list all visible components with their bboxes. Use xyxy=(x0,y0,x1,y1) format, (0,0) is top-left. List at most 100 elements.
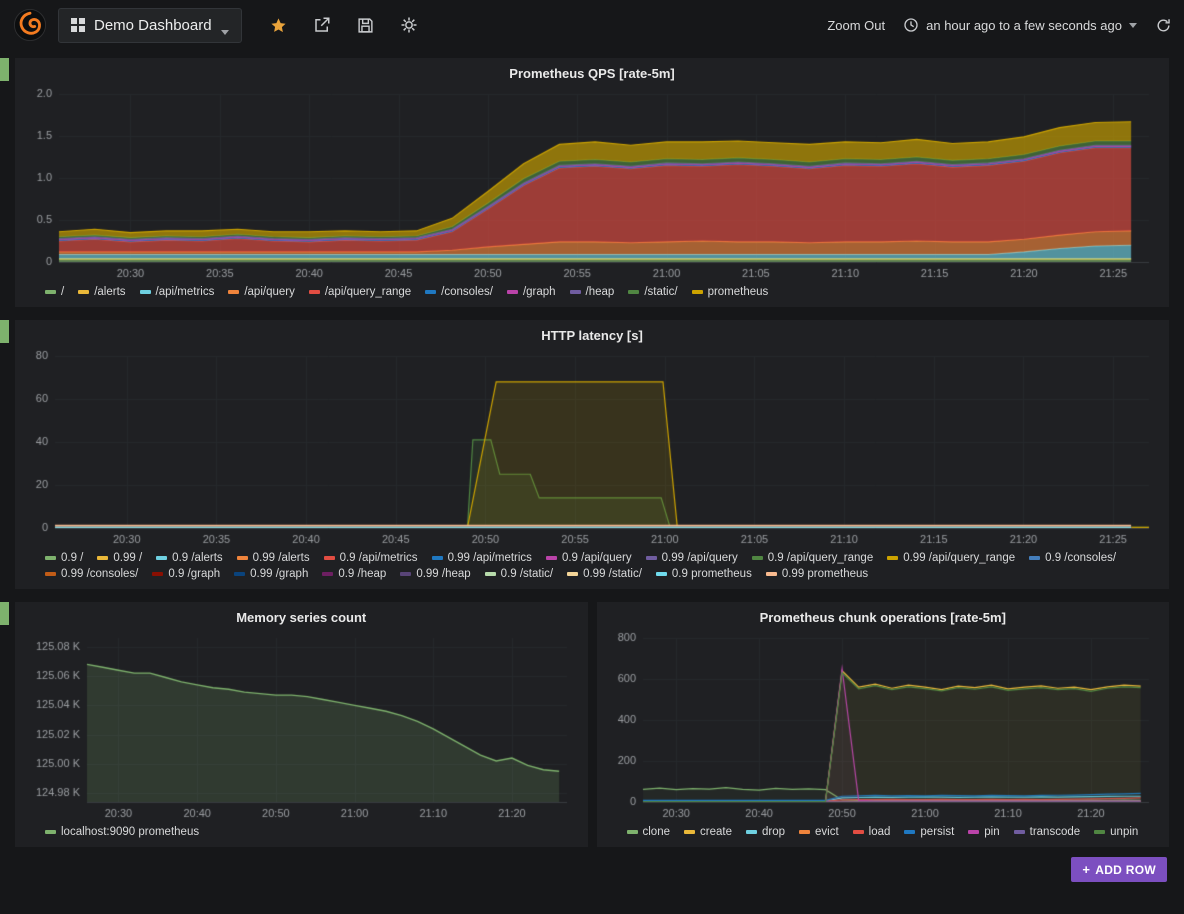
row-collapse-handle[interactable] xyxy=(0,320,9,343)
legend-item[interactable]: /static/ xyxy=(628,286,678,298)
time-range-label: an hour ago to a few seconds ago xyxy=(926,17,1122,33)
legend-swatch xyxy=(691,290,703,294)
settings-button[interactable] xyxy=(400,16,418,34)
legend-item[interactable]: create xyxy=(684,826,732,838)
legend-swatch xyxy=(1029,556,1041,560)
legend-item[interactable]: 0.99 /api/metrics xyxy=(431,552,532,564)
clock-icon xyxy=(904,18,918,32)
refresh-button[interactable] xyxy=(1155,17,1172,34)
legend-label: create xyxy=(700,826,732,838)
legend-item[interactable]: / xyxy=(45,286,64,298)
dashboard-rows: Prometheus QPS [rate-5m] / /alerts/api/me… xyxy=(0,58,1184,847)
legend-item[interactable]: /graph xyxy=(506,286,556,298)
legend-item[interactable]: 0.99 /api/query xyxy=(645,552,738,564)
legend-swatch xyxy=(904,830,916,834)
legend-item[interactable]: 0.9 /api/query_range xyxy=(751,552,873,564)
legend-item[interactable]: 0.9 prometheus xyxy=(655,568,752,580)
legend-item[interactable]: 0.9 /alerts xyxy=(156,552,223,564)
legend-label: transcode xyxy=(1029,826,1081,838)
legend-swatch xyxy=(45,830,56,834)
legend-item[interactable]: pin xyxy=(968,826,1000,838)
legend-label: drop xyxy=(761,826,785,838)
legend-item[interactable]: load xyxy=(852,826,890,838)
legend-item[interactable]: 0.99 / xyxy=(97,552,142,564)
legend-item[interactable]: /api/query_range xyxy=(308,286,412,298)
qps-chart[interactable] xyxy=(25,86,1159,282)
legend-label: 0.9 /graph xyxy=(168,568,221,580)
legend-label: 0.9 /api/query xyxy=(561,552,632,564)
legend-swatch xyxy=(545,556,557,560)
row-collapse-handle[interactable] xyxy=(0,58,9,81)
legend-label: pin xyxy=(984,826,1000,838)
legend-label: /heap xyxy=(585,286,615,298)
legend-swatch xyxy=(887,556,899,560)
legend-swatch xyxy=(425,290,437,294)
latency-chart[interactable] xyxy=(25,348,1159,548)
legend-item[interactable]: 0.99 prometheus xyxy=(765,568,868,580)
legend-item[interactable]: 0.9 /heap xyxy=(322,568,386,580)
legend-item[interactable]: prometheus xyxy=(691,286,768,298)
panel-title[interactable]: Memory series count xyxy=(15,602,588,628)
legend-item[interactable]: transcode xyxy=(1013,826,1081,838)
share-button[interactable] xyxy=(313,16,331,34)
legend-item[interactable]: evict xyxy=(799,826,839,838)
legend-label: /consoles/ xyxy=(441,286,493,298)
legend-label: / xyxy=(61,286,65,298)
dashboard-picker[interactable]: Demo Dashboard xyxy=(58,7,242,43)
legend-item[interactable]: /api/query xyxy=(228,286,295,298)
refresh-icon xyxy=(1157,18,1170,31)
row-collapse-handle[interactable] xyxy=(0,602,9,625)
legend-item[interactable]: 0.9 /api/metrics xyxy=(323,552,418,564)
legend-swatch xyxy=(228,290,240,294)
grafana-flame-icon xyxy=(13,8,47,42)
save-button[interactable] xyxy=(357,17,374,34)
save-icon xyxy=(357,17,373,33)
legend-item[interactable]: unpin xyxy=(1094,826,1138,838)
legend-swatch xyxy=(626,830,638,834)
panel-title[interactable]: Prometheus QPS [rate-5m] xyxy=(15,58,1169,84)
grafana-logo[interactable] xyxy=(12,7,48,43)
gear-icon xyxy=(401,17,417,33)
legend-label: 0.9 /heap xyxy=(338,568,387,580)
legend-item[interactable]: 0.99 /consoles/ xyxy=(45,568,138,580)
legend-item[interactable]: 0.9 /consoles/ xyxy=(1029,552,1116,564)
legend-item[interactable]: 0.99 /alerts xyxy=(236,552,310,564)
legend-item[interactable]: persist xyxy=(904,826,954,838)
panel-memory-series: Memory series count localhost:9090 prome… xyxy=(15,602,588,847)
legend-item[interactable]: /api/metrics xyxy=(139,286,215,298)
legend-label: /api/query_range xyxy=(324,286,412,298)
chunk-ops-chart[interactable] xyxy=(606,630,1159,822)
panel-title[interactable]: HTTP latency [s] xyxy=(15,320,1169,346)
legend-item[interactable]: 0.99 /api/query_range xyxy=(887,552,1015,564)
legend-item[interactable]: 0.99 /static/ xyxy=(567,568,642,580)
legend-swatch xyxy=(308,290,320,294)
legend-swatch xyxy=(569,290,581,294)
legend-item[interactable]: drop xyxy=(745,826,785,838)
legend-swatch xyxy=(852,830,864,834)
legend-item[interactable]: 0.9 /api/query xyxy=(545,552,632,564)
legend-item[interactable]: 0.9 / xyxy=(45,552,83,564)
share-icon xyxy=(314,17,330,32)
legend-item[interactable]: /alerts xyxy=(78,286,126,298)
legend-item[interactable]: 0.9 /static/ xyxy=(484,568,553,580)
legend-item[interactable]: 0.99 /graph xyxy=(234,568,308,580)
add-row-button[interactable]: + ADD ROW xyxy=(1071,857,1167,882)
legend-label: /alerts xyxy=(94,286,126,298)
legend-item[interactable]: /heap xyxy=(569,286,615,298)
dashboard-actions xyxy=(270,16,418,34)
panel-title[interactable]: Prometheus chunk operations [rate-5m] xyxy=(597,602,1170,628)
legend-swatch xyxy=(45,290,56,294)
legend-item[interactable]: clone xyxy=(626,826,670,838)
time-range-picker[interactable]: an hour ago to a few seconds ago xyxy=(903,17,1137,33)
legend-label: 0.99 /alerts xyxy=(252,552,310,564)
legend-item[interactable]: 0.9 /graph xyxy=(152,568,220,580)
zoom-out-button[interactable]: Zoom Out xyxy=(827,18,885,33)
star-button[interactable] xyxy=(270,17,287,34)
legend-label: /api/metrics xyxy=(155,286,215,298)
legend-label: evict xyxy=(815,826,839,838)
memory-chart[interactable] xyxy=(25,630,578,822)
legend-item[interactable]: /consoles/ xyxy=(425,286,493,298)
legend-label: 0.9 prometheus xyxy=(671,568,752,580)
legend-item[interactable]: 0.99 /heap xyxy=(400,568,471,580)
legend-item[interactable]: localhost:9090 prometheus xyxy=(45,826,199,838)
